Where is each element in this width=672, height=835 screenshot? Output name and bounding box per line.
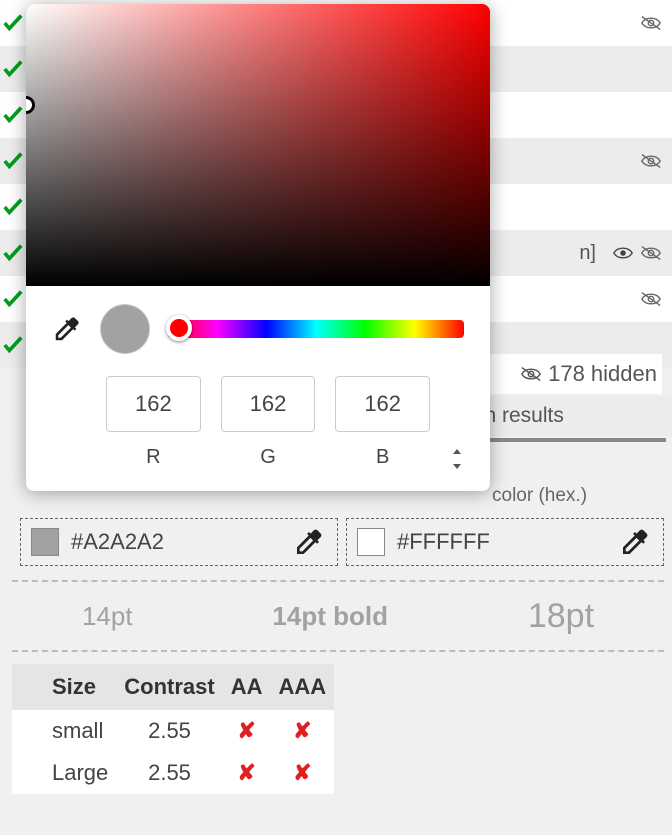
eye-slash-icon[interactable] (640, 290, 662, 308)
fail-icon: ✘ (237, 760, 255, 785)
eye-slash-icon (520, 365, 542, 383)
cell-contrast: 2.55 (116, 710, 222, 752)
red-label: R (146, 446, 160, 469)
saturation-value-panel[interactable] (26, 4, 490, 286)
color-mode-toggle[interactable] (450, 449, 464, 469)
fail-icon: ✘ (293, 760, 311, 785)
th-aa: AA (223, 664, 271, 710)
red-input[interactable] (106, 376, 201, 432)
eye-slash-icon[interactable] (640, 244, 662, 262)
blue-input[interactable] (335, 376, 430, 432)
row-text-fragment: n] (579, 242, 596, 265)
color-hex-label: color (hex.) (492, 485, 587, 507)
fail-icon: ✘ (293, 718, 311, 743)
fg-chip (31, 528, 59, 556)
color-picker-popup: R G B (26, 4, 490, 491)
check-icon (2, 334, 24, 356)
font-size-preview: 14pt 14pt bold 18pt (12, 580, 664, 652)
green-input[interactable] (221, 376, 316, 432)
foreground-color-box[interactable]: #A2A2A2 (20, 518, 338, 566)
cell-size: small (12, 710, 116, 752)
eye-icon[interactable] (612, 244, 634, 262)
check-icon (2, 288, 24, 310)
hidden-count-label: 178 hidden (548, 361, 657, 387)
check-icon (2, 12, 24, 34)
th-contrast: Contrast (116, 664, 222, 710)
fg-eyedropper-button[interactable] (293, 526, 327, 558)
contrast-table: Size Contrast AA AAA small 2.55 ✘ ✘ Larg… (12, 664, 334, 794)
check-icon (2, 58, 24, 80)
background-color-box[interactable]: #FFFFFF (346, 518, 664, 566)
table-row: small 2.55 ✘ ✘ (12, 710, 334, 752)
check-icon (2, 196, 24, 218)
fail-icon: ✘ (237, 718, 255, 743)
preview-14pt-bold: 14pt bold (272, 601, 388, 632)
cell-contrast: 2.55 (116, 752, 222, 794)
hue-handle[interactable] (166, 315, 192, 341)
eye-slash-icon[interactable] (640, 152, 662, 170)
check-icon (2, 104, 24, 126)
th-aaa: AAA (271, 664, 335, 710)
green-label: G (260, 446, 276, 469)
preview-18pt: 18pt (528, 597, 594, 636)
current-color-swatch (100, 304, 150, 354)
bg-hex-value: #FFFFFF (397, 529, 490, 555)
th-size: Size (12, 664, 116, 710)
bg-chip (357, 528, 385, 556)
hidden-count[interactable]: 178 hidden (470, 354, 662, 394)
preview-14pt: 14pt (82, 601, 133, 632)
hue-slider[interactable] (168, 320, 464, 338)
check-icon (2, 150, 24, 172)
cell-size: Large (12, 752, 116, 794)
sv-cursor[interactable] (26, 96, 35, 114)
eyedropper-button[interactable] (52, 314, 82, 344)
bg-eyedropper-button[interactable] (619, 526, 653, 558)
fg-hex-value: #A2A2A2 (71, 529, 164, 555)
blue-label: B (376, 446, 389, 469)
refresh-results[interactable]: sh results (470, 396, 672, 436)
eye-slash-icon[interactable] (640, 14, 662, 32)
table-row: Large 2.55 ✘ ✘ (12, 752, 334, 794)
check-icon (2, 242, 24, 264)
